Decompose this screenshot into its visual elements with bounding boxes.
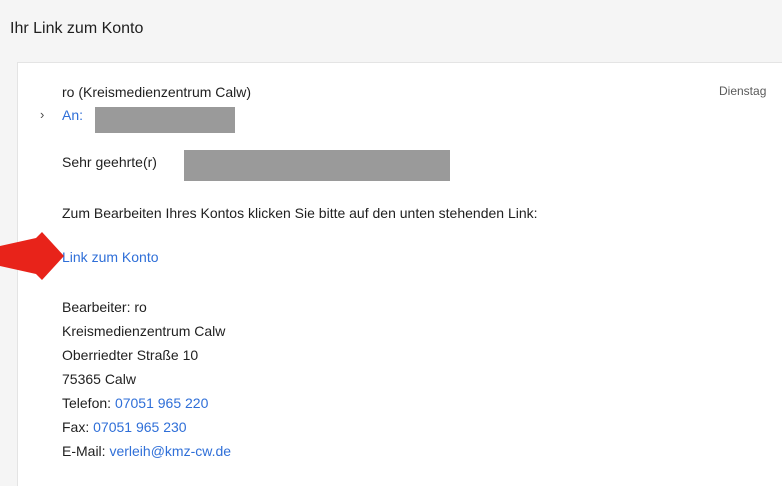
signature-org: Kreismedienzentrum Calw: [62, 323, 226, 339]
account-link[interactable]: Link zum Konto: [62, 249, 159, 265]
instruction-text: Zum Bearbeiten Ihres Kontos klicken Sie …: [62, 205, 538, 221]
phone-label: Telefon:: [62, 395, 115, 411]
fax-label: Fax:: [62, 419, 94, 435]
signature-phone-row: Telefon: 07051 965 220: [62, 395, 208, 411]
recipient-label[interactable]: An:: [62, 107, 83, 123]
red-arrow-icon: [0, 232, 64, 280]
message-card: ro (Kreismedienzentrum Calw) Dienstag › …: [17, 62, 782, 486]
email-label: E-Mail:: [62, 443, 110, 459]
signature-street: Oberriedter Straße 10: [62, 347, 199, 363]
phone-link[interactable]: 07051 965 220: [115, 395, 208, 411]
email-view: Ihr Link zum Konto ro (Kreismedienzentru…: [0, 0, 782, 486]
signature-fax-row: Fax: 07051 965 230: [62, 419, 187, 435]
fax-link[interactable]: 07051 965 230: [93, 419, 186, 435]
recipient-redaction: [95, 107, 235, 133]
greeting: Sehr geehrte(r): [62, 154, 157, 170]
signature-city: 75365 Calw: [62, 371, 136, 387]
message-date: Dienstag: [719, 84, 767, 98]
signature-editor: Bearbeiter: ro: [62, 299, 147, 315]
chevron-right-icon[interactable]: ›: [40, 107, 44, 122]
name-redaction: [184, 150, 450, 181]
signature-email-row: E-Mail: verleih@kmz-cw.de: [62, 443, 231, 459]
email-link[interactable]: verleih@kmz-cw.de: [109, 443, 231, 459]
subject-header: Ihr Link zum Konto: [0, 0, 782, 62]
email-subject: Ihr Link zum Konto: [10, 20, 144, 37]
sender-name[interactable]: ro (Kreismedienzentrum Calw): [62, 84, 251, 100]
